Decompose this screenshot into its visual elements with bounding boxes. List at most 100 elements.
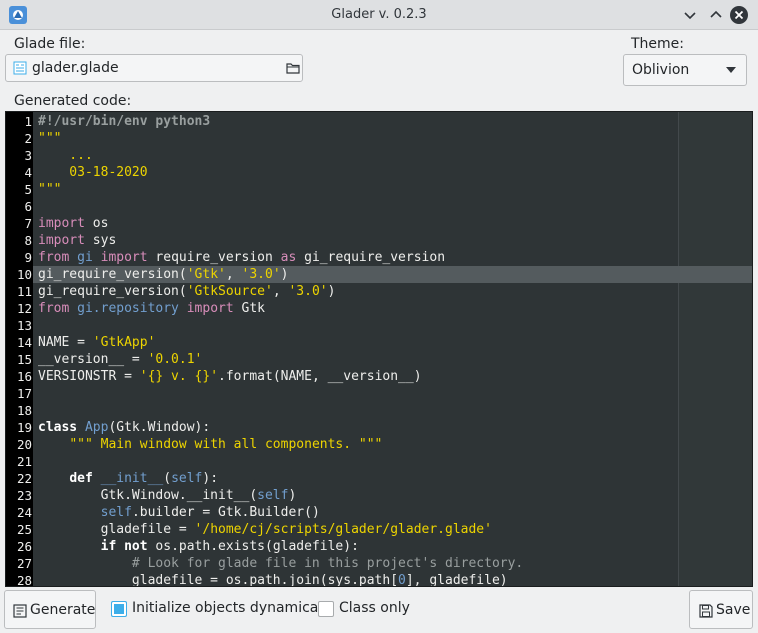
line-number: 10: [16, 267, 32, 282]
class-only-label: Class only: [339, 600, 410, 616]
code-token: """: [38, 182, 62, 197]
save-label: Save: [716, 602, 751, 618]
code-token: .builder = Gtk.Builder(): [131, 505, 320, 520]
line-number: 28: [16, 573, 32, 587]
generated-code-label: Generated code:: [14, 93, 132, 109]
code-line: 16 VERSIONSTR = '{} v. {}'.format(NAME, _…: [6, 368, 752, 385]
code-text: from gi.repository import Gtk: [38, 300, 265, 317]
code-token: self: [257, 488, 289, 503]
code-line: 3 ...: [6, 147, 752, 164]
code-line: 2 """: [6, 130, 752, 147]
code-text: NAME = 'GtkApp': [38, 334, 155, 351]
code-token: ): [288, 488, 297, 503]
code-token: gi_require_version: [296, 250, 446, 265]
code-token: '/home/cj/scripts/glader/glader.glade': [194, 522, 492, 537]
line-number: 9: [24, 250, 32, 265]
code-token: ], gladefile): [405, 573, 508, 587]
code-token: as: [280, 250, 297, 265]
code-token: (Gtk.Window):: [108, 420, 211, 435]
title-bar: Glader v. 0.2.3: [0, 0, 758, 30]
code-token: os: [84, 216, 109, 231]
code-line: 15 __version__ = '0.0.1': [6, 351, 752, 368]
code-line: 18: [6, 402, 752, 419]
code-token: #!/usr/bin/env python3: [38, 114, 211, 129]
dropdown-arrow-icon: [726, 67, 736, 73]
line-number: 17: [16, 386, 32, 401]
glade-file-name: glader.glade: [32, 60, 119, 76]
code-text: """: [38, 130, 61, 147]
generate-label: Generate: [30, 602, 96, 618]
code-token: def: [69, 471, 93, 486]
code-text: class App(Gtk.Window):: [38, 419, 210, 436]
glade-file-chooser[interactable]: glader.glade: [5, 54, 303, 82]
init-dynamic-checkbox[interactable]: [111, 601, 127, 617]
code-line: 9 from gi import require_version as gi_re…: [6, 249, 752, 266]
code-line: 6: [6, 198, 752, 215]
code-token: self: [100, 505, 132, 520]
line-number: 24: [16, 505, 32, 520]
line-number: 27: [16, 556, 32, 571]
code-text: """ Main window with all components. """: [38, 436, 382, 453]
code-text: import os: [38, 215, 108, 232]
class-only-checkbox[interactable]: [318, 601, 334, 617]
code-line: 11 gi_require_version('GtkSource', '3.0'): [6, 283, 752, 300]
code-token: from: [38, 301, 70, 316]
theme-dropdown[interactable]: Oblivion: [623, 54, 747, 86]
line-number: 1: [24, 114, 32, 129]
code-token: gladefile =: [38, 522, 195, 537]
code-token: gi.repository: [77, 301, 179, 316]
init-dynamic-label: Initialize objects dynamically: [132, 600, 335, 616]
maximize-icon[interactable]: [706, 5, 726, 25]
code-text: gladefile = '/home/cj/scripts/glader/gla…: [38, 521, 492, 538]
generate-button[interactable]: Generate: [4, 590, 96, 629]
code-text: # Look for glade file in this project's …: [38, 555, 523, 572]
code-token: ): [327, 284, 336, 299]
code-text: from gi import require_version as gi_req…: [38, 249, 445, 266]
code-token: ,: [272, 284, 289, 299]
glade-file-label: Glade file:: [14, 36, 86, 52]
code-text: #!/usr/bin/env python3: [38, 113, 210, 130]
save-button[interactable]: Save: [689, 590, 753, 629]
save-icon: [699, 604, 713, 618]
code-token: ,: [225, 267, 242, 282]
code-token: ): [280, 267, 289, 282]
code-token: require_version: [147, 250, 281, 265]
code-text: def __init__(self):: [38, 470, 218, 487]
code-line: 8 import sys: [6, 232, 752, 249]
folder-icon[interactable]: [286, 61, 300, 75]
code-token: '0.0.1': [147, 352, 203, 367]
code-token: self: [171, 471, 203, 486]
code-token: NAME =: [38, 335, 93, 350]
bottom-bar: Generate Initialize objects dynamically …: [0, 588, 758, 633]
close-icon[interactable]: [729, 5, 749, 25]
line-number: 5: [24, 182, 32, 197]
code-text: if not os.path.exists(gladefile):: [38, 538, 359, 555]
code-token: if: [100, 539, 117, 554]
code-line: 17: [6, 385, 752, 402]
code-token: import: [38, 233, 85, 248]
code-token: 0: [398, 573, 406, 587]
code-line: 27 # Look for glade file in this project…: [6, 555, 752, 572]
code-line: 10 gi_require_version('Gtk', '3.0'): [6, 266, 752, 283]
line-number: 7: [24, 216, 32, 231]
minimize-icon[interactable]: [680, 5, 700, 25]
code-token: """ Main window with all components. """: [69, 437, 383, 452]
code-editor[interactable]: 1 #!/usr/bin/env python3 2 """ 3 ... 4 03-18-…: [5, 111, 753, 587]
line-number: 4: [24, 165, 32, 180]
code-token: '3.0': [241, 267, 281, 282]
code-token: '{} v. {}': [139, 369, 219, 384]
line-number: 15: [16, 352, 32, 367]
code-token: """: [38, 131, 62, 146]
code-token: gladefile = os.path.join(sys.path[: [38, 573, 399, 587]
code-token: import: [38, 216, 85, 231]
line-number: 21: [16, 454, 32, 469]
code-token: from: [38, 250, 70, 265]
code-token: 03-18-2020: [38, 165, 148, 180]
line-number: 26: [16, 539, 32, 554]
code-token: not: [124, 539, 148, 554]
